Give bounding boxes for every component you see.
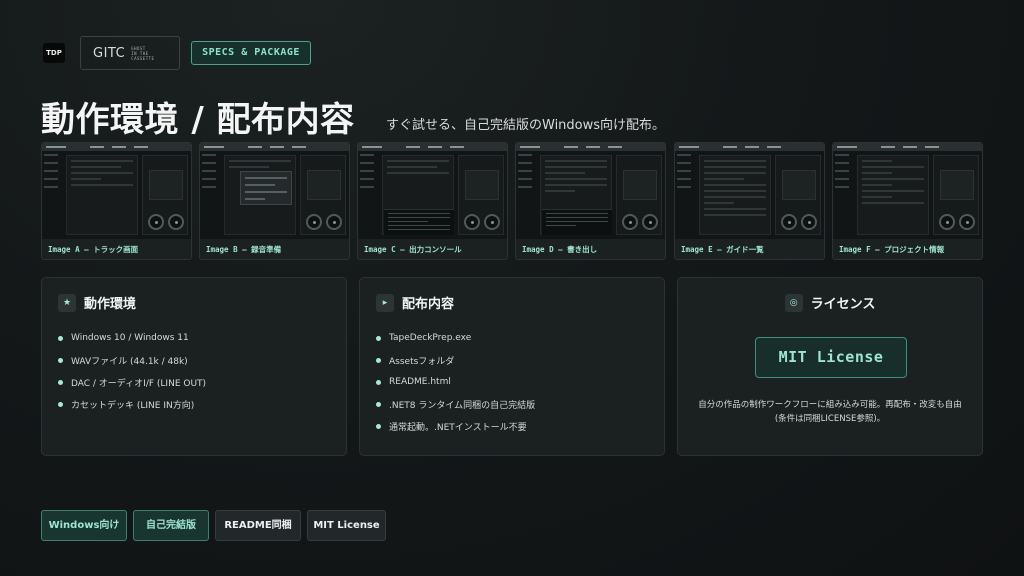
- screenshot-preview: [358, 143, 507, 239]
- screenshot-output-console[interactable]: Image C — 出力コンソール: [357, 142, 508, 260]
- screenshot-label: Image E — ガイド一覧: [681, 245, 764, 254]
- screenshot-label: Image F — プロジェクト情報: [839, 245, 945, 254]
- list-item: Windows 10 / Windows 11: [58, 327, 206, 349]
- logo-subtext: GHOST IN THE CASSETTE: [131, 46, 154, 61]
- page-subtitle: すぐ試せる、自己完結版のWindows向け配布。: [386, 118, 666, 133]
- screenshot-label: Image B — 録音準備: [206, 245, 282, 254]
- list-item: カセットデッキ (LINE IN方向): [58, 394, 206, 416]
- requirements-list: Windows 10 / Windows 11 WAVファイル (44.1k /…: [58, 327, 206, 416]
- screenshot-track[interactable]: Image A — トラック画面: [41, 142, 192, 260]
- list-item: WAVファイル (44.1k / 48k): [58, 349, 206, 371]
- list-item: 通常起動。.NETインストール不要: [376, 416, 535, 438]
- screenshot-label: Image D — 書き出し: [522, 245, 598, 254]
- tdp-badge: TDP: [43, 43, 65, 63]
- screenshot-label: Image A — トラック画面: [48, 245, 139, 254]
- logo-sub-line: CASSETTE: [131, 55, 155, 61]
- tag-windows: Windows向け: [41, 510, 127, 541]
- screenshot-guide-list[interactable]: Image E — ガイド一覧: [674, 142, 825, 260]
- section-tag: SPECS & PACKAGE: [191, 41, 311, 65]
- screenshot-record-prep[interactable]: Image B — 録音準備: [199, 142, 350, 260]
- logo-word: GITC: [93, 45, 126, 61]
- contents-card: ▸ 配布内容 TapeDeckPrep.exe Assetsフォルダ READM…: [359, 277, 665, 456]
- license-description: 自分の作品の制作ワークフローに組み込み可能。再配布・改変も自由 (条件は同梱LI…: [698, 400, 962, 424]
- license-card: ◎ ライセンス MIT License 自分の作品の制作ワークフローに組み込み可…: [677, 277, 983, 456]
- contents-list: TapeDeckPrep.exe Assetsフォルダ README.html …: [376, 327, 535, 438]
- list-item: README.html: [376, 371, 535, 393]
- tag-mit-license: MIT License: [307, 510, 386, 541]
- list-item: TapeDeckPrep.exe: [376, 327, 535, 349]
- screenshot-project-info[interactable]: Image F — プロジェクト情報: [832, 142, 983, 260]
- target-icon: ◎: [784, 293, 803, 312]
- requirements-card: ★ 動作環境 Windows 10 / Windows 11 WAVファイル (…: [41, 277, 347, 456]
- gitc-logo: GITC GHOST IN THE CASSETTE: [80, 36, 180, 70]
- card-title: 配布内容: [402, 297, 455, 312]
- screenshot-label: Image C — 出力コンソール: [364, 245, 462, 254]
- screenshot-preview: [833, 143, 982, 239]
- screenshot-export[interactable]: Image D — 書き出し: [515, 142, 666, 260]
- mit-license-badge: MIT License: [755, 337, 907, 378]
- card-title: ライセンス: [810, 297, 876, 312]
- list-item: .NET8 ランタイム同梱の自己完結版: [376, 394, 535, 416]
- tag-self-contained: 自己完結版: [133, 510, 209, 541]
- screenshot-preview: [200, 143, 349, 239]
- star-icon: ★: [58, 293, 76, 312]
- screenshot-preview: [675, 143, 824, 239]
- tag-readme: README同梱: [215, 510, 301, 541]
- page-title: 動作環境 / 配布内容: [41, 100, 355, 140]
- screenshot-preview: [516, 143, 665, 239]
- list-item: Assetsフォルダ: [376, 349, 535, 371]
- screenshot-preview: [42, 143, 191, 239]
- list-item: DAC / オーディオI/F (LINE OUT): [58, 371, 206, 393]
- card-title: 動作環境: [84, 297, 137, 312]
- play-icon: ▸: [376, 293, 394, 312]
